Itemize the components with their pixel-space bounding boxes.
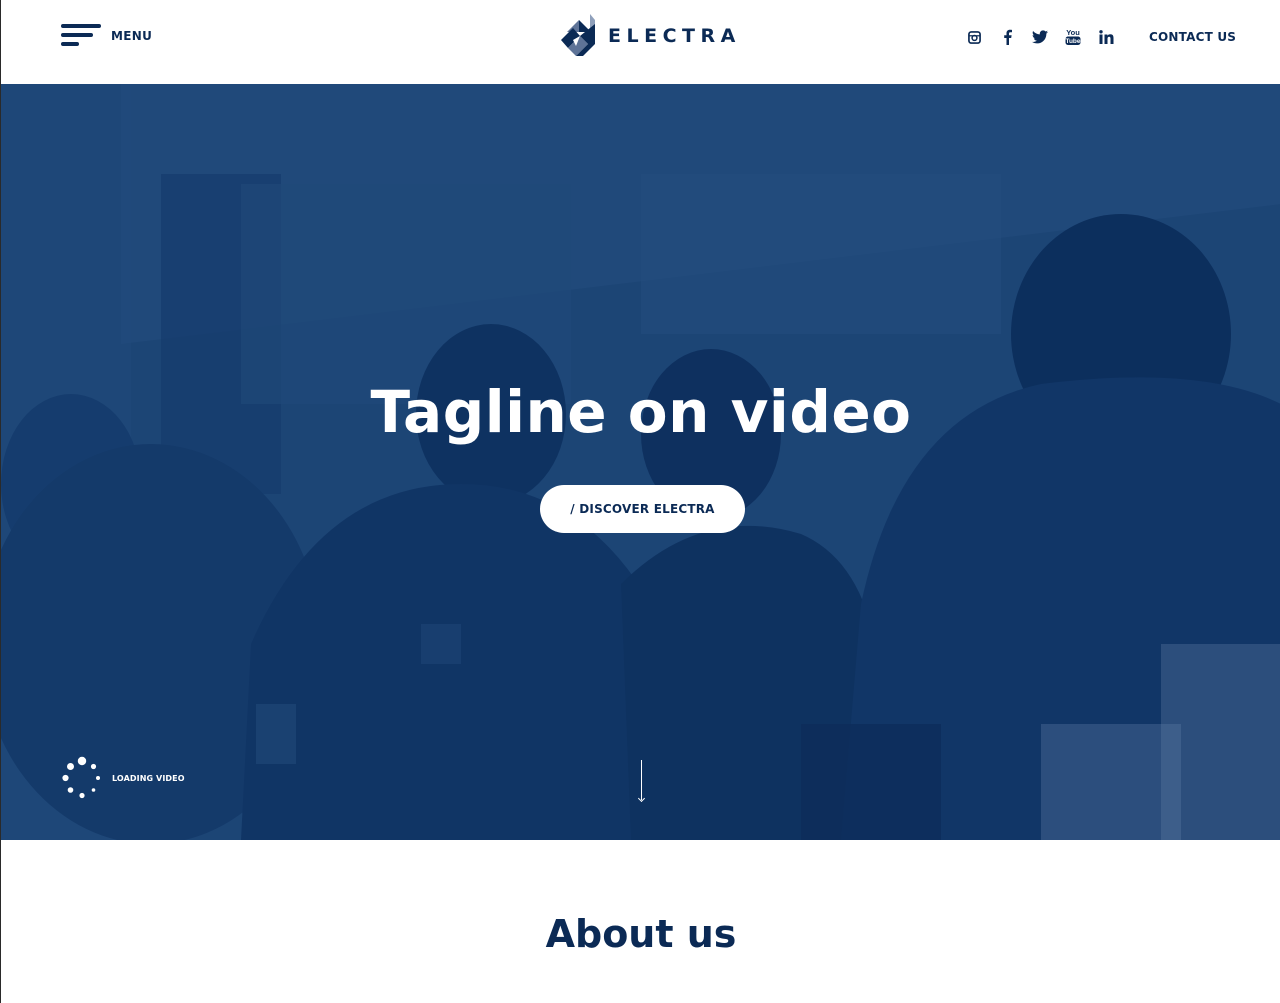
linkedin-icon[interactable] <box>1095 26 1117 48</box>
youtube-icon[interactable]: You Tube <box>1062 26 1084 48</box>
electra-logo-mark-icon <box>561 14 595 56</box>
loading-video-indicator: LOADING VIDEO <box>61 756 185 800</box>
hero-video: Tagline on video / DISCOVER ELECTRA LOAD… <box>1 84 1280 840</box>
site-header: MENU ELECTRA You Tube CONTACT US <box>1 0 1280 84</box>
page: MENU ELECTRA You Tube CONTACT US Tagline… <box>0 0 1280 1003</box>
hamburger-icon[interactable] <box>61 24 101 48</box>
about-title: About us <box>545 912 737 956</box>
social-links: You Tube <box>963 26 1128 48</box>
menu-label[interactable]: MENU <box>111 29 152 43</box>
instagram-icon[interactable] <box>963 26 985 48</box>
loading-video-label: LOADING VIDEO <box>112 773 185 783</box>
logo-text: ELECTRA <box>608 25 741 47</box>
discover-electra-button[interactable]: / DISCOVER ELECTRA <box>540 485 745 533</box>
svg-text:Tube: Tube <box>1065 38 1080 45</box>
hero-tagline: Tagline on video <box>370 378 912 446</box>
about-section: About us <box>1 840 1280 1003</box>
hero-color-overlay <box>1 84 1280 840</box>
menu-button[interactable]: MENU <box>61 24 152 48</box>
contact-us-link[interactable]: CONTACT US <box>1149 30 1236 44</box>
loading-spinner-icon <box>62 756 100 799</box>
svg-text:You: You <box>1066 28 1080 37</box>
facebook-icon[interactable] <box>996 26 1018 48</box>
electra-logo[interactable]: ELECTRA <box>561 14 741 58</box>
twitter-icon[interactable] <box>1029 26 1051 48</box>
